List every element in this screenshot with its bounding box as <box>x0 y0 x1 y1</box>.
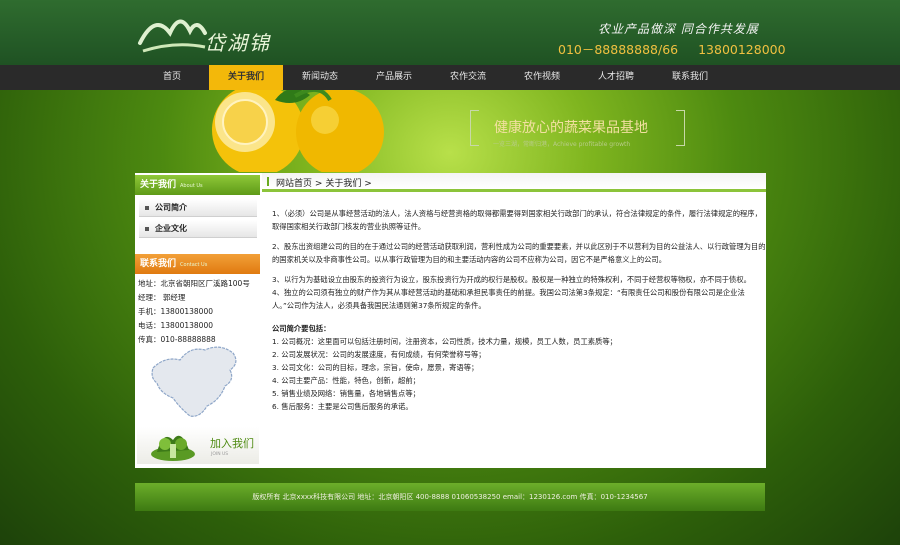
nav-video[interactable]: 农作视频 <box>505 65 579 90</box>
sidebar-contact-title: 联系我们 <box>140 259 177 269</box>
breadcrumb: 网站首页 > 关于我们 > <box>262 173 766 189</box>
site-footer: 版权所有 北京xxxx科技有限公司 地址：北京朝阳区 400-8888 0106… <box>135 483 765 511</box>
sidebar-about-title: 关于我们 <box>140 180 177 190</box>
sidebar-item-company-intro[interactable]: 公司简介 <box>139 199 257 217</box>
list-item: 2. 公司发展状况：公司的发展速度，有何成绩，有何荣誉称号等； <box>272 350 486 359</box>
breadcrumb-bar <box>262 189 766 192</box>
banner-bracket-right <box>676 110 685 146</box>
list-item: 6. 售后服务：主要是公司售后服务的承诺。 <box>272 402 413 411</box>
breadcrumb-current[interactable]: 关于我们 <box>325 179 361 189</box>
logo-text: 岱湖锦 <box>205 31 271 55</box>
article-paragraph: 1、（必须）公司是从事经营活动的法人，法人资格与经营资格的取得都需要得到国家相关… <box>272 209 762 231</box>
sidebar: 关于我们 About Us 公司简介 企业文化 联系我们 Contact Us 地址… <box>135 173 262 468</box>
list-item: 4. 公司主要产品：性能，特色，创新，超前； <box>272 376 420 385</box>
contact-mobile: 手机：13800138000 <box>138 307 213 316</box>
breadcrumb-sep: > <box>314 179 323 189</box>
main-content: 网站首页 > 关于我们 > 1、（必须）公司是从事经营活动的法人，法人资格与经营… <box>262 173 766 468</box>
nav-contact[interactable]: 联系我们 <box>653 65 727 90</box>
breadcrumb-home[interactable]: 网站首页 <box>276 179 312 189</box>
nav-products[interactable]: 产品展示 <box>357 65 431 90</box>
breadcrumb-text: 网站首页 > 关于我们 > <box>276 176 372 189</box>
header-phones: 010－88888888/66 13800128000 <box>558 39 802 58</box>
list-item: 3. 公司文化：公司的目标，理念，宗旨，使命，愿景，寄语等； <box>272 363 479 372</box>
vegetable-icon <box>151 435 195 461</box>
banner-title: 健康放心的蔬菜果品基地 <box>494 120 648 136</box>
contact-manager: 经理： 郭经理 <box>138 293 186 302</box>
sidebar-contact-en: Contact Us <box>180 262 208 268</box>
site-header: 岱湖锦 农业产品做深 同合作共发展 010－88888888/66 138001… <box>0 0 900 65</box>
breadcrumb-marker <box>267 177 269 186</box>
breadcrumb-sep-trailing: > <box>364 179 372 189</box>
banner-bracket-left <box>470 110 479 146</box>
intro-title: 公司简介要包括： <box>272 324 331 333</box>
nav-about[interactable]: 关于我们 <box>209 65 283 90</box>
header-slogan: 农业产品做深 同合作共发展 <box>598 22 759 36</box>
article-paragraph: 3、以行为为基础设立由股东的投资行为设立，股东投资行为开成的权行是股权。股权是一… <box>272 275 751 284</box>
list-item: 5. 销售业绩及网络：销售量，各地销售点等； <box>272 389 420 398</box>
list-item: 1. 公司概况：这里面可以包括注册时间，注册资本，公司性质，技术力量，规模，员工… <box>272 337 617 346</box>
nav-news[interactable]: 新闻动态 <box>283 65 357 90</box>
sidebar-about-en: About Us <box>180 183 203 189</box>
join-us-text: 加入我们 <box>210 437 254 450</box>
banner-subtitle: 一览三湖，常断归港，Achieve profitable growth <box>493 141 631 148</box>
phone-mobile: 13800128000 <box>698 42 786 57</box>
intro-list: 公司简介要包括： 1. 公司概况：这里面可以包括注册时间，注册资本，公司性质，技… <box>272 322 766 413</box>
article-body: 1、（必须）公司是从事经营活动的法人，法人资格与经营资格的取得都需要得到国家相关… <box>272 207 766 413</box>
contact-address: 地址：北京省朝阳区厂溪路100号 <box>138 279 250 288</box>
china-map-icon <box>151 346 237 417</box>
contact-tel: 电话：13800138000 <box>138 321 213 330</box>
article-paragraph: 2、股东出资组建公司的目的在于通过公司的经营活动获取利润，营利性成为公司的重要要… <box>272 242 766 264</box>
phone-landline: 010－88888888/66 <box>558 42 679 57</box>
nav-jobs[interactable]: 人才招聘 <box>579 65 653 90</box>
nav-exchange[interactable]: 农作交流 <box>431 65 505 90</box>
nav-home[interactable]: 首页 <box>135 65 209 90</box>
sidebar-about-header: 关于我们 About Us <box>135 175 260 195</box>
sidebar-contact-header: 联系我们 Contact Us <box>135 254 260 274</box>
banner-image <box>212 90 384 172</box>
main-nav: 首页 关于我们 新闻动态 产品展示 农作交流 农作视频 人才招聘 联系我们 <box>0 65 900 90</box>
join-us-en: JOIN US <box>211 452 229 457</box>
join-us-banner[interactable]: 加入我们 JOIN US <box>137 427 259 464</box>
article-paragraph: 4、独立的公司须有独立的财产作为其从事经营活动的基础和承担民事责任的前提。我国公… <box>272 288 745 310</box>
sidebar-item-culture[interactable]: 企业文化 <box>139 220 257 238</box>
